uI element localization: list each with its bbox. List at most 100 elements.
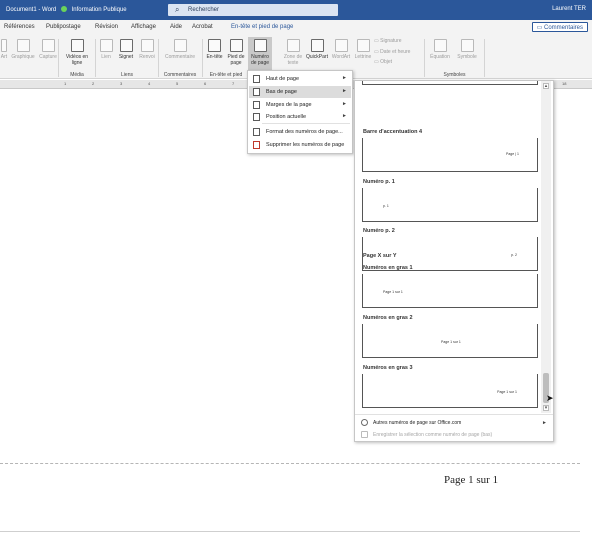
tab-mailings[interactable]: Publipostage — [46, 24, 81, 30]
ribbon-bookmark-button[interactable]: Signet — [116, 39, 136, 60]
art-icon — [1, 39, 7, 52]
ribbon-signature-button[interactable]: ▭ Signature — [374, 38, 420, 44]
chart-icon — [16, 39, 30, 52]
tab-acrobat[interactable]: Acrobat — [192, 24, 213, 30]
gallery-item-bold-numbers-2[interactable]: Page 1 sur 1 — [362, 324, 538, 358]
group-separator — [158, 39, 159, 77]
save-selection-page-number-item: Enregistrer la sélection comme numéro de… — [361, 429, 549, 441]
page-number-sample: Page 1 sur 1 — [497, 390, 517, 394]
ruler-mark: 6 — [204, 81, 207, 86]
tab-help[interactable]: Aide — [170, 24, 182, 30]
ribbon-drop-cap-button[interactable]: Lettrine — [353, 39, 373, 60]
text-box-icon — [286, 39, 300, 52]
submenu-arrow-icon: ► — [342, 88, 347, 94]
ribbon-symbol-button[interactable]: Symbole — [454, 39, 480, 60]
gallery-item-heading: Numéros en gras 2 — [363, 315, 413, 321]
gallery-item-bold-numbers-3[interactable]: Page 1 sur 1 — [362, 374, 538, 408]
menu-item-top-of-page[interactable]: Haut de page ► — [249, 73, 351, 85]
current-position-icon — [253, 113, 260, 121]
save-selection-icon — [361, 431, 368, 438]
footer-page-number[interactable]: Page 1 sur 1 — [444, 474, 498, 486]
gallery-item-heading: Numéro p. 1 — [363, 179, 395, 185]
ribbon-online-video-button[interactable]: Vidéos en ligne — [62, 39, 92, 66]
equation-icon — [433, 39, 447, 52]
gallery-item-heading: Barre d'accentuation 4 — [363, 129, 423, 135]
ribbon-screenshot-button[interactable]: Capture — [38, 39, 58, 60]
gallery-divider — [355, 414, 553, 415]
tab-review[interactable]: Révision — [95, 24, 118, 30]
globe-icon — [361, 419, 368, 426]
ribbon-chart-button[interactable]: Graphique — [10, 39, 36, 60]
menu-separator — [262, 123, 350, 124]
group-separator — [95, 39, 96, 77]
ribbon-quickpart-button[interactable]: QuickPart — [305, 39, 329, 60]
gallery-item-heading: Numéros en gras 1 — [363, 265, 413, 271]
ribbon-equation-button[interactable]: Équation — [427, 39, 453, 60]
format-page-number-icon — [253, 128, 260, 136]
gallery-item-accent-bar-4[interactable]: Page | 1 — [362, 138, 538, 172]
user-name[interactable]: Laurent TER — [552, 6, 586, 12]
ruler-mark: 18 — [562, 81, 567, 86]
gallery-item-plain-number-1[interactable]: p. 1 — [362, 188, 538, 222]
page-number-sample: p. 2 — [511, 253, 517, 257]
sensitivity-shield-icon — [60, 6, 67, 12]
link-icon — [99, 39, 113, 52]
wordart-icon — [334, 39, 348, 52]
screenshot-icon — [41, 39, 55, 52]
document-title: Document1 - Word — [6, 7, 57, 13]
bookmark-icon — [119, 39, 133, 52]
quickpart-icon — [310, 39, 324, 52]
comments-button[interactable]: ▭ Commentaires — [531, 22, 588, 32]
ribbon-comment-button[interactable]: Commentaire — [161, 39, 199, 60]
page-bottom-icon — [253, 88, 260, 96]
ruler-mark: 1 — [64, 81, 67, 86]
gallery-item-heading: Numéro p. 2 — [363, 228, 395, 234]
group-separator — [58, 39, 59, 77]
menu-item-format-page-numbers[interactable]: Format des numéros de page... — [249, 126, 351, 138]
menu-item-page-margins[interactable]: Marges de la page ► — [249, 99, 351, 111]
more-page-numbers-office-link[interactable]: Autres numéros de page sur Office.com ► — [361, 417, 549, 429]
bottom-of-page-gallery: Barre d'accentuation 4 Page | 1 Numéro p… — [354, 80, 554, 442]
new-comment-icon — [173, 39, 187, 52]
ribbon-page-number-button[interactable]: Numéro de page — [248, 37, 272, 71]
group-label-media: Média — [70, 72, 84, 78]
ribbon-header-button[interactable]: En-tête — [206, 39, 223, 60]
ribbon-wordart-button[interactable]: WordArt — [330, 39, 352, 60]
page-number-sample: Page 1 sur 1 — [441, 340, 461, 344]
drop-cap-icon — [356, 39, 370, 52]
mouse-pointer-icon: ➤ — [546, 393, 554, 403]
sensitivity-label[interactable]: Information Publique — [72, 7, 127, 13]
ribbon-cross-reference-button[interactable]: Renvoi — [137, 39, 157, 60]
ribbon-art-button[interactable]: Art — [0, 39, 8, 60]
cross-reference-icon — [140, 39, 154, 52]
search-icon: ⌕ — [175, 5, 180, 14]
page-top-icon — [253, 75, 260, 83]
ribbon-tabs: Références Publipostage Révision Afficha… — [0, 20, 592, 35]
page-number-sample: Page 1 sur 1 — [383, 290, 403, 294]
menu-item-remove-page-numbers[interactable]: Supprimer les numéros de page — [249, 139, 351, 151]
tab-header-footer[interactable]: En-tête et pied de page — [231, 24, 293, 30]
menu-item-current-position[interactable]: Position actuelle ► — [249, 111, 351, 123]
ruler-mark: 4 — [148, 81, 151, 86]
page-margins-icon — [253, 101, 260, 109]
scroll-up-arrow-icon[interactable]: ▴ — [543, 83, 549, 89]
group-label-comments: Commentaires — [163, 72, 197, 78]
gallery-scrollbar[interactable]: ▴ ▾ — [541, 81, 551, 413]
gallery-thumbnail-partial[interactable] — [362, 81, 538, 85]
page-number-icon — [253, 39, 267, 52]
ribbon-object-button[interactable]: ▭ Objet — [374, 59, 420, 65]
group-label-symbols: Symboles — [443, 72, 466, 78]
submenu-arrow-icon: ► — [342, 101, 347, 107]
ribbon-footer-button[interactable]: Pied de page — [225, 39, 247, 66]
search-box[interactable]: ⌕ Rechercher — [168, 4, 338, 16]
tab-references[interactable]: Références — [4, 24, 35, 30]
gallery-item-bold-numbers-1[interactable]: Page 1 sur 1 — [362, 274, 538, 308]
title-bar: Document1 - Word Information Publique ⌕ … — [0, 0, 592, 20]
ribbon-link-button[interactable]: Lien — [98, 39, 114, 60]
ribbon-date-time-button[interactable]: ▭ Date et heure — [374, 49, 420, 55]
ribbon-text-box-button[interactable]: Zone de texte — [282, 39, 304, 66]
ruler-mark: 3 — [120, 81, 123, 86]
menu-item-bottom-of-page[interactable]: Bas de page ► — [249, 86, 351, 98]
scroll-down-arrow-icon[interactable]: ▾ — [543, 405, 549, 411]
tab-view[interactable]: Affichage — [131, 24, 156, 30]
